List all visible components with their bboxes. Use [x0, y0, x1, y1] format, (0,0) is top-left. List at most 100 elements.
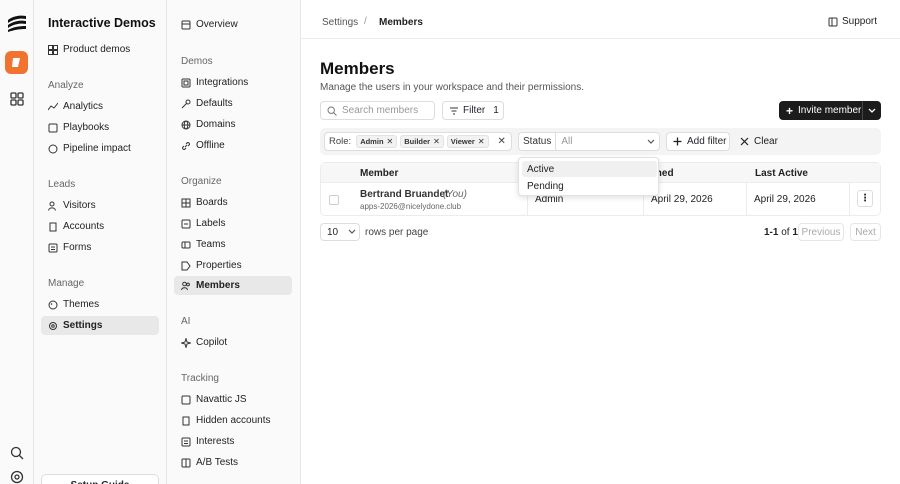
subnav-item-interests[interactable]: Interests [174, 432, 292, 451]
clear-filters-button[interactable]: Clear [740, 132, 778, 151]
filter-label: Filter [463, 105, 486, 116]
subnav-item-label: Copilot [196, 337, 228, 348]
subnav-item-domains[interactable]: Domains [174, 115, 292, 134]
book-icon [828, 17, 838, 26]
breadcrumb-members: Members [379, 17, 423, 28]
book-icon [48, 123, 58, 132]
range-value: 1-1 [764, 227, 779, 238]
teams-icon [181, 241, 191, 248]
search-icon [327, 105, 337, 116]
setup-guide-button[interactable]: Setup Guide [41, 474, 159, 484]
previous-page-button[interactable]: Previous [798, 223, 844, 241]
next-page-button[interactable]: Next [850, 223, 881, 241]
subnav-item-teams[interactable]: Teams [174, 235, 292, 254]
palette-icon [48, 300, 58, 309]
eye-off-icon [182, 416, 190, 425]
subnav-item-overview[interactable]: Overview [174, 15, 292, 34]
circle-icon [48, 144, 58, 153]
users-icon [48, 201, 56, 211]
subnav-item-boards[interactable]: Boards [174, 193, 292, 212]
sidebar-item-playbooks[interactable]: Playbooks [41, 118, 159, 137]
subnav-item-copilot[interactable]: Copilot [174, 333, 292, 352]
subnav-item-label: Interests [196, 436, 235, 447]
filter-icon [450, 107, 458, 114]
clear-filters-label: Clear [754, 136, 778, 147]
sidebar-item-label: Product demos [63, 44, 131, 55]
sidebar-item-settings[interactable]: Settings [41, 316, 159, 335]
subnav-item-label: Labels [196, 218, 226, 229]
grid-icon[interactable] [10, 92, 24, 106]
row-checkbox[interactable] [329, 195, 339, 205]
search-box[interactable] [320, 101, 435, 120]
subnav-item-hidden-accounts[interactable]: Hidden accounts [174, 411, 292, 430]
subnav-item-label: Properties [196, 260, 242, 271]
clear-role-icon[interactable]: ✕ [498, 136, 506, 147]
chart-icon [48, 102, 58, 110]
plus-icon [673, 137, 682, 146]
gear-icon [49, 321, 57, 330]
add-filter-button[interactable]: Add filter [666, 132, 730, 151]
invite-member-button[interactable]: + Invite member [779, 101, 863, 120]
sidebar-item-pipeline-impact[interactable]: Pipeline impact [41, 139, 159, 158]
sidebar-item-label: Themes [63, 299, 100, 310]
page-size-value: 10 [327, 226, 339, 238]
sidebar-item-themes[interactable]: Themes [41, 295, 159, 314]
subnav-item-ab-tests[interactable]: A/B Tests [174, 453, 292, 472]
subnav-item-defaults[interactable]: Defaults [174, 94, 292, 113]
subnav-section-tracking: Tracking [181, 373, 219, 384]
subnav-section-organize: Organize [181, 176, 222, 187]
chip-label: Admin [360, 137, 384, 146]
brand-logo-icon[interactable] [7, 14, 27, 32]
settings-subnav: Overview Demos Integrations Defaults Dom… [167, 0, 301, 484]
tag-icon [181, 261, 191, 270]
top-bar: Settings / Members Support [301, 5, 900, 39]
remove-chip-icon[interactable]: ✕ [387, 137, 394, 146]
subnav-item-label: Hidden accounts [196, 415, 271, 426]
invite-member-button-group: + Invite member [779, 101, 881, 120]
page-subtitle: Manage the users in your workspace and t… [320, 82, 585, 93]
member-last-active: April 29, 2026 [754, 194, 816, 205]
sidebar-section-analyze: Analyze [48, 80, 84, 91]
breadcrumb-settings[interactable]: Settings [322, 17, 358, 28]
settings-gear-icon[interactable] [10, 470, 24, 484]
sidebar-item-analytics[interactable]: Analytics [41, 97, 159, 116]
subnav-item-label: Boards [196, 197, 228, 208]
subnav-item-integrations[interactable]: Integrations [174, 73, 292, 92]
app-rail [0, 0, 34, 484]
subnav-item-label: Navattic JS [196, 394, 247, 405]
support-button[interactable]: Support [828, 16, 877, 27]
subnav-item-navattic-js[interactable]: Navattic JS [174, 390, 292, 409]
app-icon[interactable] [5, 51, 28, 74]
subnav-item-offline[interactable]: Offline [174, 136, 292, 155]
sidebar-item-accounts[interactable]: Accounts [41, 217, 159, 236]
subnav-item-labels[interactable]: Labels [174, 214, 292, 233]
column-header-last-active[interactable]: Last Active [755, 168, 808, 179]
invite-options-button[interactable] [863, 108, 881, 114]
subnav-item-members[interactable]: Members [174, 276, 292, 295]
row-actions-button[interactable]: ⋮ [857, 190, 873, 207]
subnav-item-properties[interactable]: Properties [174, 256, 292, 275]
plus-icon: + [786, 103, 794, 118]
status-option-active[interactable]: Active [522, 161, 657, 177]
sidebar-item-visitors[interactable]: Visitors [41, 196, 159, 215]
remove-chip-icon[interactable]: ✕ [433, 137, 440, 146]
help-icon[interactable] [10, 446, 24, 460]
role-chip-builder: Builder ✕ [400, 135, 444, 148]
sidebar-item-product-demos[interactable]: Product demos [41, 40, 159, 59]
sidebar-item-label: Visitors [63, 200, 96, 211]
status-filter[interactable]: Status All [518, 132, 660, 151]
role-filter[interactable]: Role: Admin ✕ Builder ✕ Viewer ✕ ✕ [324, 132, 512, 151]
label-icon [181, 219, 191, 228]
status-option-pending[interactable]: Pending [522, 178, 657, 194]
role-chip-viewer: Viewer ✕ [446, 135, 489, 148]
filter-button[interactable]: Filter 1 [442, 101, 504, 120]
form-icon [48, 243, 58, 252]
column-header-member[interactable]: Member [360, 168, 398, 179]
sidebar-item-forms[interactable]: Forms [41, 238, 159, 257]
column-divider [746, 183, 747, 216]
search-input[interactable] [342, 105, 432, 116]
subnav-item-label: Offline [196, 140, 225, 151]
subnav-item-label: Defaults [196, 98, 233, 109]
page-size-select[interactable]: 10 [320, 223, 360, 241]
remove-chip-icon[interactable]: ✕ [478, 137, 485, 146]
